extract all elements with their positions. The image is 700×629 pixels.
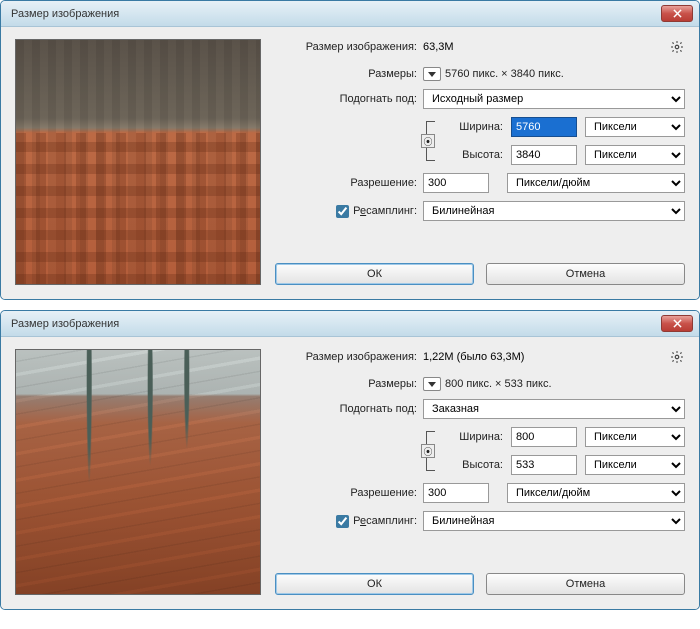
- link-dimensions[interactable]: ⦿: [423, 117, 441, 165]
- resample-checkbox[interactable]: [336, 205, 349, 218]
- fit-to-label: Подогнать под:: [275, 403, 423, 415]
- fit-to-select[interactable]: Исходный размер: [423, 89, 685, 109]
- image-size-dialog: Размер изображения Размер изображения: 1…: [0, 310, 700, 610]
- titlebar[interactable]: Размер изображения: [1, 1, 699, 27]
- height-unit-select[interactable]: Пиксели: [585, 145, 685, 165]
- image-size-dialog: Размер изображения Размер изображения: 6…: [0, 0, 700, 300]
- dialog-title: Размер изображения: [11, 318, 119, 330]
- dialog-title: Размер изображения: [11, 8, 119, 20]
- cancel-button[interactable]: Отмена: [486, 573, 685, 595]
- width-unit-select[interactable]: Пиксели: [585, 117, 685, 137]
- width-unit-select[interactable]: Пиксели: [585, 427, 685, 447]
- height-unit-select[interactable]: Пиксели: [585, 455, 685, 475]
- preview-thumbnail: [15, 349, 261, 595]
- file-size-label: Размер изображения:: [275, 351, 423, 363]
- dimensions-unit-toggle[interactable]: [423, 377, 441, 391]
- resample-method-select[interactable]: Билинейная: [423, 201, 685, 221]
- resolution-label: Разрешение:: [275, 177, 423, 189]
- resolution-input[interactable]: [423, 483, 489, 503]
- close-icon: [673, 319, 682, 328]
- file-size-value: 1,22M (было 63,3M): [423, 351, 524, 363]
- width-input[interactable]: [511, 427, 577, 447]
- settings-button[interactable]: [669, 349, 685, 365]
- height-label: Высота:: [441, 459, 503, 471]
- width-input[interactable]: [511, 117, 577, 137]
- ok-button[interactable]: ОК: [275, 573, 474, 595]
- close-icon: [673, 9, 682, 18]
- resolution-unit-select[interactable]: Пиксели/дюйм: [507, 173, 685, 193]
- titlebar[interactable]: Размер изображения: [1, 311, 699, 337]
- close-button[interactable]: [661, 5, 693, 22]
- file-size-value: 63,3M: [423, 41, 454, 53]
- resample-method-select[interactable]: Билинейная: [423, 511, 685, 531]
- file-size-label: Размер изображения:: [275, 41, 423, 53]
- chain-link-icon: ⦿: [421, 134, 435, 148]
- link-dimensions[interactable]: ⦿: [423, 427, 441, 475]
- dimensions-label: Размеры:: [275, 68, 423, 80]
- fit-to-select[interactable]: Заказная: [423, 399, 685, 419]
- dimensions-unit-toggle[interactable]: [423, 67, 441, 81]
- width-label: Ширина:: [441, 121, 503, 133]
- gear-icon: [670, 350, 684, 364]
- settings-button[interactable]: [669, 39, 685, 55]
- dimensions-label: Размеры:: [275, 378, 423, 390]
- dimensions-value: 5760 пикс. × 3840 пикс.: [445, 68, 564, 80]
- resolution-label: Разрешение:: [275, 487, 423, 499]
- cancel-button[interactable]: Отмена: [486, 263, 685, 285]
- height-input[interactable]: [511, 455, 577, 475]
- resample-label: Ресамплинг:: [353, 515, 417, 527]
- preview-thumbnail: [15, 39, 261, 285]
- resample-checkbox[interactable]: [336, 515, 349, 528]
- ok-button[interactable]: ОК: [275, 263, 474, 285]
- fit-to-label: Подогнать под:: [275, 93, 423, 105]
- chain-link-icon: ⦿: [421, 444, 435, 458]
- width-label: Ширина:: [441, 431, 503, 443]
- height-label: Высота:: [441, 149, 503, 161]
- height-input[interactable]: [511, 145, 577, 165]
- gear-icon: [670, 40, 684, 54]
- resolution-input[interactable]: [423, 173, 489, 193]
- resample-label: Ресамплинг:: [353, 205, 417, 217]
- close-button[interactable]: [661, 315, 693, 332]
- dimensions-value: 800 пикс. × 533 пикс.: [445, 378, 552, 390]
- resolution-unit-select[interactable]: Пиксели/дюйм: [507, 483, 685, 503]
